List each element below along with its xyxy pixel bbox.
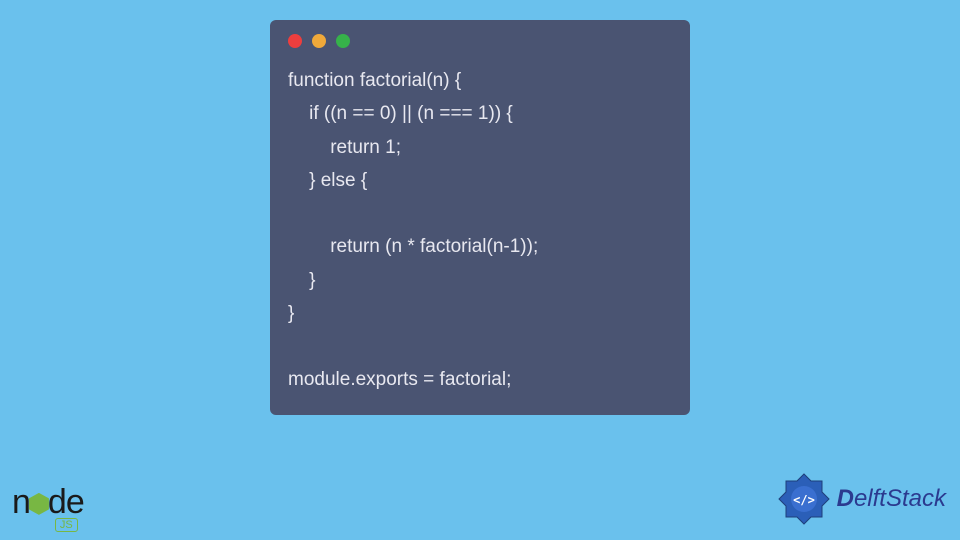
window-controls (288, 34, 672, 48)
delftstack-rest: elftStack (854, 485, 946, 512)
nodejs-logo: nde JS (12, 489, 84, 532)
code-block: function factorial(n) { if ((n == 0) || … (288, 64, 672, 397)
code-glyph-icon: </> (793, 493, 815, 507)
code-window: function factorial(n) { if ((n == 0) || … (270, 20, 690, 415)
nodejs-text-right: de (48, 483, 84, 521)
delftstack-badge-icon: </> (777, 472, 831, 526)
nodejs-wordmark: nde (12, 489, 84, 516)
hexagon-icon (29, 493, 49, 515)
close-icon (288, 34, 302, 48)
minimize-icon (312, 34, 326, 48)
delftstack-wordmark: DelftStack (837, 485, 946, 513)
delftstack-d: D (837, 485, 854, 512)
delftstack-logo: </> DelftStack (777, 472, 946, 526)
maximize-icon (336, 34, 350, 48)
nodejs-sub-label: JS (55, 518, 78, 532)
nodejs-text-left: n (12, 483, 30, 521)
